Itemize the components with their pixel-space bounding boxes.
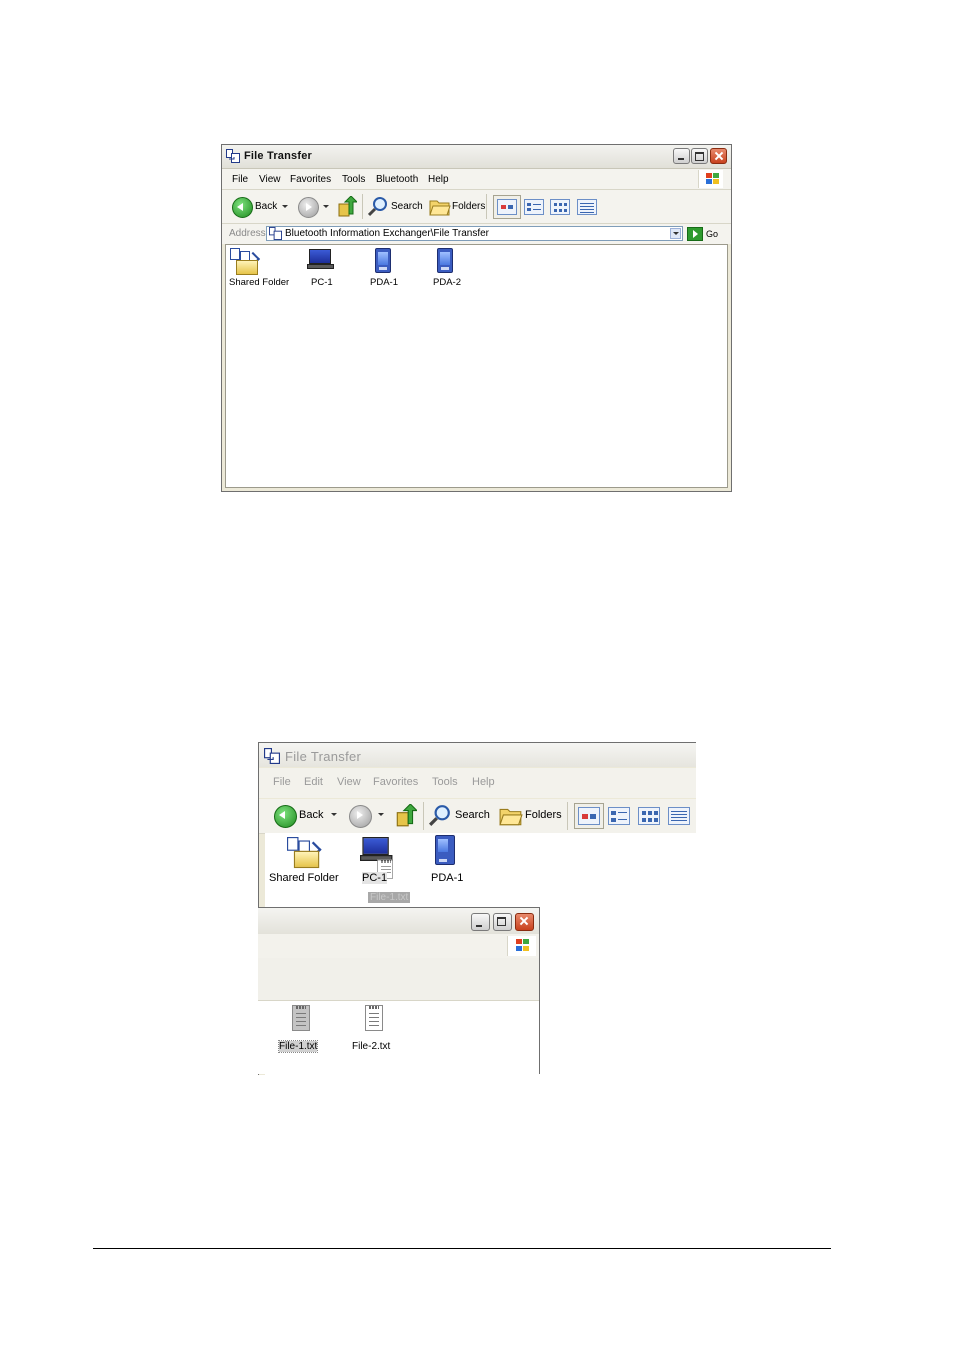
file-2-icon[interactable] [365, 1005, 383, 1031]
dragged-file-label: File-1.txt [368, 892, 411, 903]
menu-view[interactable]: View [337, 776, 361, 788]
file-transfer-location-icon [269, 227, 282, 240]
up-folder-icon[interactable] [395, 804, 417, 828]
toolbar: Back Search Folders [259, 799, 696, 834]
title-bar[interactable]: File Transfer [259, 743, 696, 767]
menu-edit[interactable]: Edit [304, 776, 323, 788]
go-button[interactable]: Go [706, 229, 718, 239]
forward-history-dropdown-icon[interactable] [378, 813, 384, 816]
search-button[interactable]: Search [455, 809, 490, 821]
minimize-button[interactable] [471, 913, 490, 931]
pda-1-label[interactable]: PDA-1 [431, 872, 463, 884]
back-button[interactable]: Back [255, 201, 277, 212]
pda-1-label[interactable]: PDA-1 [370, 277, 398, 288]
view-thumbnails-button[interactable] [578, 807, 600, 825]
file-transfer-app-icon [264, 748, 280, 764]
file-transfer-app-icon [226, 149, 240, 163]
view-icons-button[interactable] [550, 199, 570, 215]
window-title: File Transfer [285, 749, 362, 764]
search-icon[interactable] [429, 804, 451, 827]
file-2-label[interactable]: File-2.txt [352, 1041, 390, 1052]
forward-arrow-icon[interactable] [349, 805, 372, 828]
menu-favorites[interactable]: Favorites [373, 776, 418, 788]
menu-bluetooth[interactable]: Bluetooth [376, 174, 418, 185]
menu-bar [258, 934, 539, 958]
file-list-pane[interactable]: File-1.txt File-2.txt [258, 1001, 537, 1074]
toolbar [258, 958, 539, 1001]
title-bar[interactable] [258, 908, 539, 934]
menu-bar: File Edit View Favorites Tools Help [259, 768, 696, 798]
menu-file[interactable]: File [273, 776, 291, 788]
back-history-dropdown-icon[interactable] [331, 813, 337, 816]
pc-1-label[interactable]: PC-1 [362, 872, 388, 884]
folders-button[interactable]: Folders [525, 809, 562, 821]
menu-view[interactable]: View [259, 174, 281, 185]
footer-rule [93, 1248, 831, 1249]
laptop-pc-icon[interactable] [360, 837, 393, 861]
menu-favorites[interactable]: Favorites [290, 174, 331, 185]
address-label: Address [229, 228, 266, 239]
view-details-button[interactable] [577, 199, 597, 215]
laptop-pc-icon[interactable] [307, 249, 334, 269]
menu-tools[interactable]: Tools [342, 174, 365, 185]
address-dropdown-icon[interactable] [670, 228, 681, 239]
source-folder-window: File-1.txt File-2.txt [258, 907, 540, 1074]
file-1-label[interactable]: File-1.txt [277, 1040, 319, 1053]
window-title: File Transfer [244, 150, 313, 162]
pda-2-icon[interactable] [437, 248, 453, 273]
windows-logo-icon [698, 170, 723, 188]
close-button[interactable] [710, 148, 727, 164]
up-folder-icon[interactable] [337, 196, 357, 218]
go-arrow-icon[interactable] [687, 227, 703, 241]
windows-logo-icon [507, 936, 536, 956]
forward-arrow-icon[interactable] [298, 197, 319, 218]
toolbar: Back Search Folders [222, 190, 731, 224]
back-history-dropdown-icon[interactable] [282, 205, 288, 208]
title-bar[interactable]: File Transfer [222, 145, 731, 169]
shared-folder-icon[interactable] [230, 248, 261, 276]
address-input[interactable]: Bluetooth Information Exchanger\File Tra… [266, 226, 683, 241]
back-button[interactable]: Back [299, 809, 323, 821]
maximize-button[interactable] [691, 148, 708, 164]
folders-icon[interactable] [499, 805, 523, 827]
back-arrow-icon[interactable] [232, 197, 253, 218]
pda-2-label[interactable]: PDA-2 [433, 277, 461, 288]
shared-folder-label[interactable]: Shared Folder [269, 872, 339, 884]
view-icons-button[interactable] [638, 807, 660, 825]
address-value: Bluetooth Information Exchanger\File Tra… [285, 228, 489, 239]
menu-bar: File View Favorites Tools Bluetooth Help [222, 169, 731, 190]
pda-1-icon[interactable] [375, 248, 391, 273]
search-button[interactable]: Search [391, 201, 423, 212]
close-button[interactable] [515, 913, 534, 931]
address-bar: Address Bluetooth Information Exchanger\… [222, 224, 731, 244]
view-details-button[interactable] [668, 807, 690, 825]
forward-history-dropdown-icon[interactable] [323, 205, 329, 208]
view-tiles-button[interactable] [524, 199, 544, 215]
folders-icon[interactable] [429, 197, 451, 217]
search-icon[interactable] [368, 196, 388, 217]
back-arrow-icon[interactable] [274, 805, 297, 828]
pc-1-label[interactable]: PC-1 [311, 277, 333, 288]
maximize-button[interactable] [493, 913, 512, 931]
folders-button[interactable]: Folders [452, 201, 485, 212]
file-1-icon[interactable] [292, 1005, 310, 1031]
drag-drop-screenshot: File Transfer File Edit View Favorites T… [258, 742, 697, 1075]
menu-file[interactable]: File [232, 174, 248, 185]
shared-folder-label[interactable]: Shared Folder [229, 277, 289, 288]
menu-help[interactable]: Help [472, 776, 495, 788]
shared-folder-icon[interactable] [287, 837, 322, 869]
menu-help[interactable]: Help [428, 174, 449, 185]
view-tiles-button[interactable] [608, 807, 630, 825]
menu-tools[interactable]: Tools [432, 776, 458, 788]
pda-1-icon[interactable] [435, 835, 455, 865]
view-thumbnails-button[interactable] [497, 199, 517, 215]
file-list-pane[interactable]: Shared Folder PC-1 PDA-1 PDA-2 [225, 244, 728, 488]
file-transfer-window: File Transfer File View Favorites Tools … [221, 144, 732, 492]
minimize-button[interactable] [673, 148, 690, 164]
